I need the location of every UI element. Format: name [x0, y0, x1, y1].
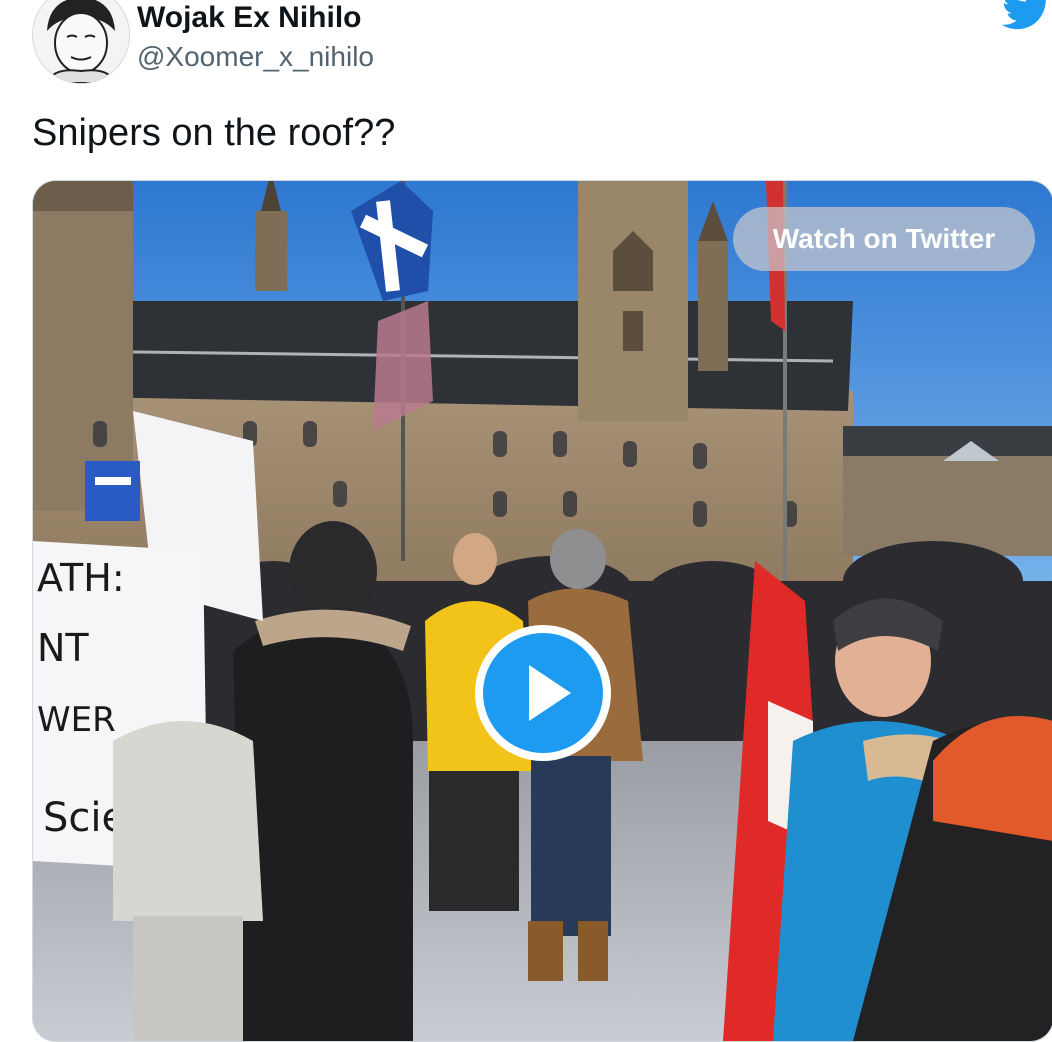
- video-player[interactable]: ATH: NT WER Science Watch on Twitter: [32, 180, 1052, 1042]
- watch-on-twitter-label: Watch on Twitter: [772, 223, 996, 254]
- sign-text-line-3: WER: [37, 700, 116, 740]
- play-button[interactable]: [475, 625, 611, 761]
- author-display-name[interactable]: Wojak Ex Nihilo: [137, 0, 362, 36]
- twitter-bird-icon[interactable]: [1001, 0, 1052, 32]
- video-thumbnail: ATH: NT WER Science: [33, 181, 1052, 1041]
- avatar[interactable]: [32, 0, 130, 84]
- play-icon: [483, 633, 603, 753]
- sign-text-line-2: NT: [37, 626, 89, 670]
- wojak-avatar-icon: [33, 0, 129, 83]
- tweet-text: Snipers on the roof??: [32, 112, 396, 154]
- sign-text-line-1: ATH:: [37, 556, 125, 600]
- watch-on-twitter-button[interactable]: Watch on Twitter: [733, 207, 1035, 271]
- author-handle[interactable]: @Xoomer_x_nihilo: [137, 40, 374, 74]
